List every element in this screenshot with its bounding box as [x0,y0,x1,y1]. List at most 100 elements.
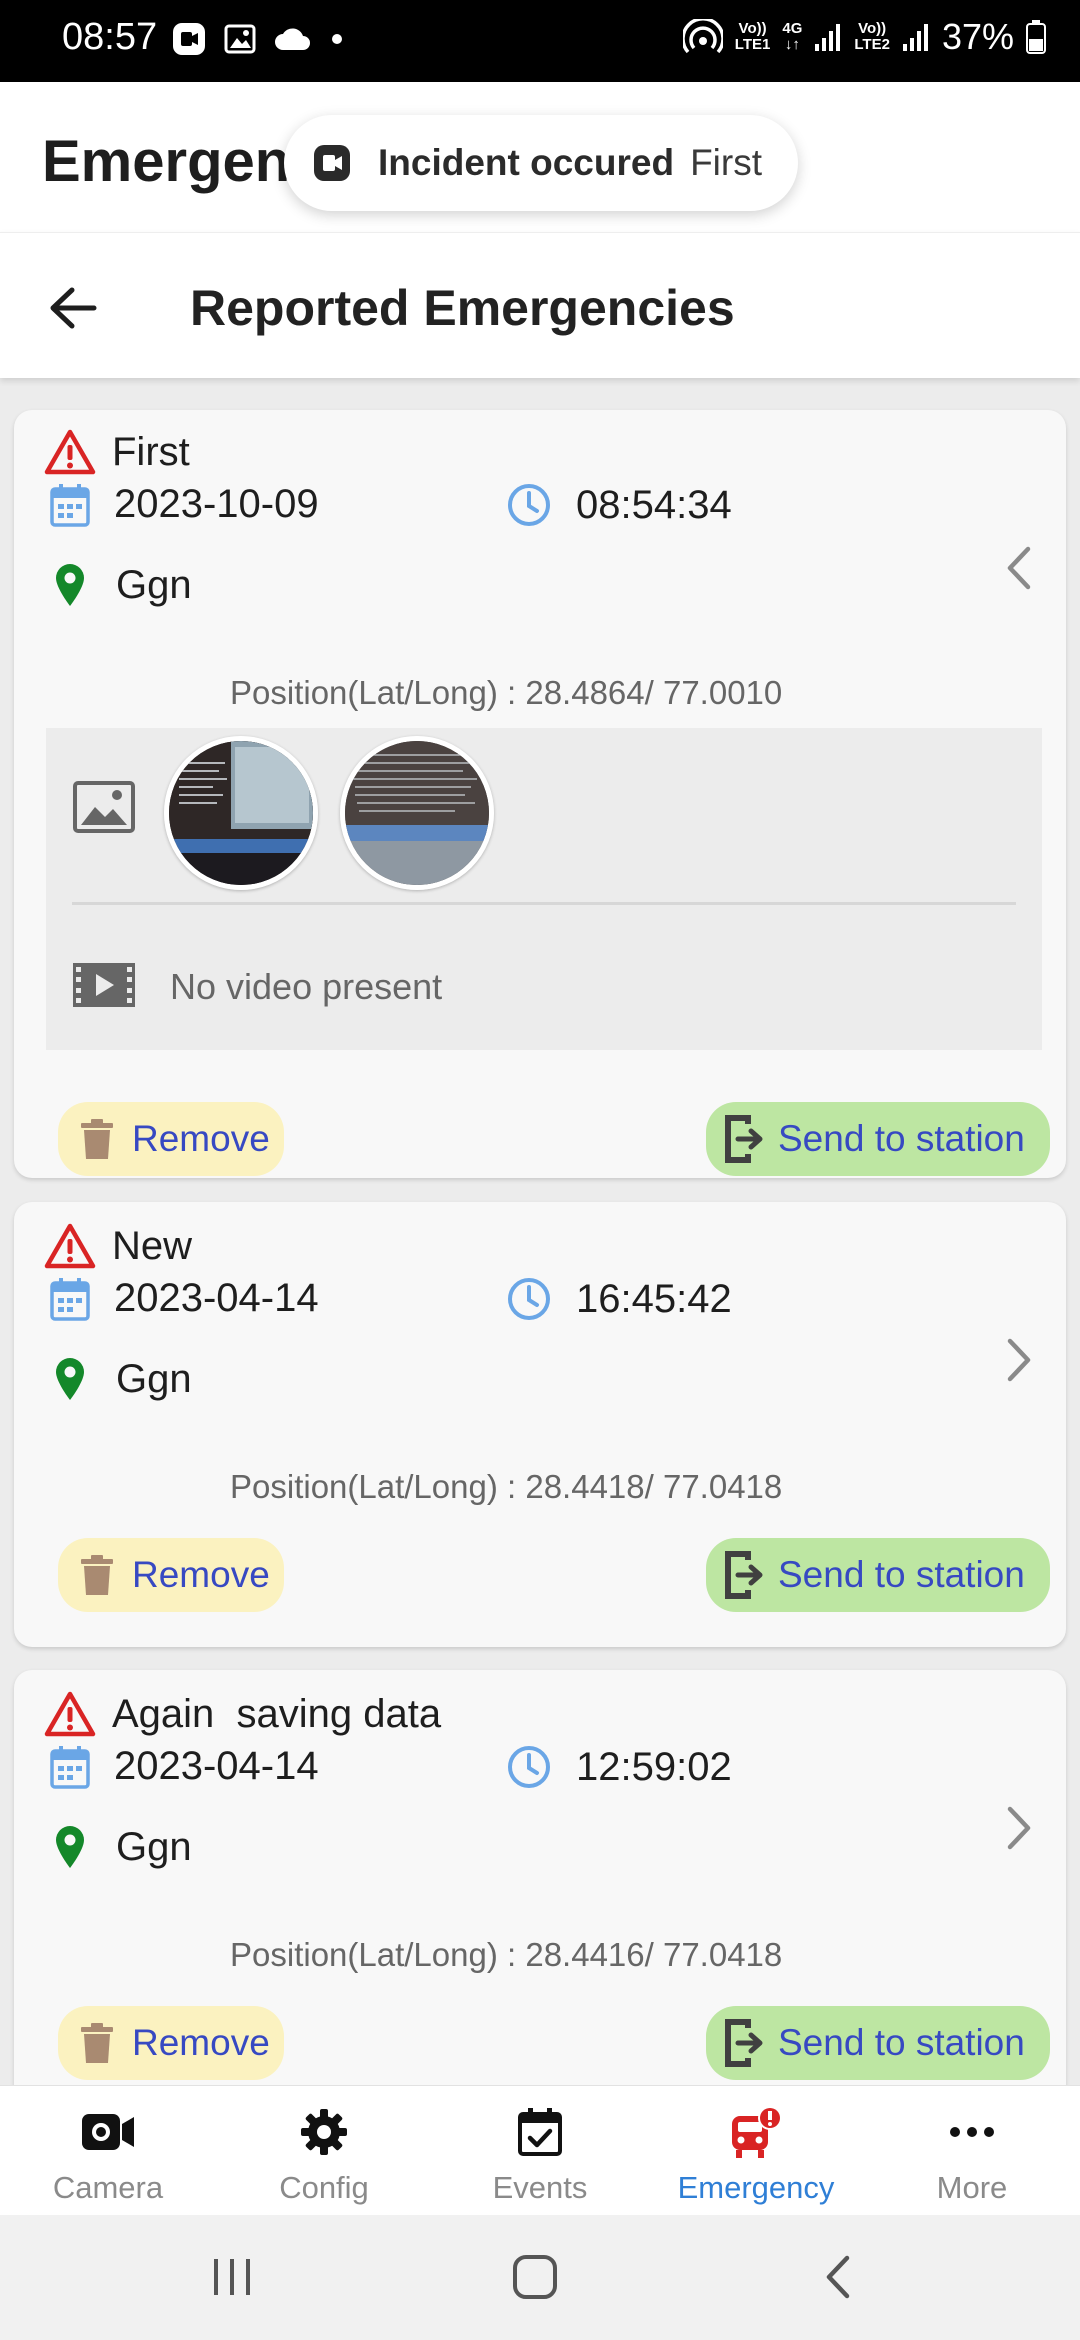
nav-item-emergency[interactable]: Emergency [648,2086,864,2215]
system-navigation-bar [0,2215,1080,2340]
nav-item-more[interactable]: More [864,2086,1080,2215]
remove-button[interactable]: Remove [58,1102,284,1176]
nav-label: More [936,2170,1008,2205]
page-title: Reported Emergencies [190,280,735,336]
home-icon [513,2255,557,2299]
emergency-date: 2023-10-09 [114,482,319,526]
photo-thumbnail-1 [169,741,313,885]
system-back-button[interactable] [798,2245,878,2309]
battery-icon [1026,20,1046,54]
status-time: 08:57 [62,16,158,58]
calendar-icon [50,1277,90,1321]
sim2-label: Vo)) LTE2 [854,20,890,53]
emergency-location: Ggn [116,562,192,607]
emergency-position: Position(Lat/Long) : 28.4864/ 77.0010 [230,674,783,711]
clock-icon [508,1746,550,1788]
nav-label: Camera [52,2170,164,2205]
recent-apps-button[interactable] [192,2245,272,2309]
collapse-chevron-button[interactable] [994,538,1044,598]
location-pin-icon [56,1358,84,1400]
calendar-check-icon [518,2108,562,2156]
chevron-right-icon [1007,1338,1031,1382]
send-to-station-button[interactable]: Send to station [706,1102,1050,1176]
toast-title: Incident occured [378,142,675,183]
photo-thumbnail-2 [345,741,489,885]
gallery-icon [224,24,256,54]
sim1-label: Vo)) LTE1 [734,20,771,53]
emergency-date: 2023-04-14 [114,1276,319,1320]
emergency-title: First [112,429,190,474]
emergency-location: Ggn [116,1824,192,1869]
remove-label: Remove [132,1554,270,1595]
hotspot-icon [682,19,723,54]
chevron-left-icon [1007,546,1031,590]
emergency-date: 2023-04-14 [114,1744,319,1788]
location-pin-icon [56,1826,84,1868]
sub-header: Reported Emergencies [0,232,1080,378]
screen-recorder-icon [314,145,350,181]
home-button[interactable] [495,2245,575,2309]
remove-label: Remove [132,2022,270,2063]
image-thumbnail[interactable] [164,736,318,890]
emergency-card[interactable]: New 2023-04-14 16:45:42 Ggn Position(Lat… [14,1202,1066,1647]
trash-icon [81,1555,113,1595]
send-to-station-button[interactable]: Send to station [706,1538,1050,1612]
send-to-station-button[interactable]: Send to station [706,2006,1050,2080]
emergency-card[interactable]: Again saving data 2023-04-14 12:59:02 Gg… [14,1670,1066,2085]
emergency-title: Again saving data [112,1691,442,1736]
warning-icon [44,1691,96,1737]
expand-chevron-button[interactable] [994,1798,1044,1858]
emergency-vehicle-icon [732,2106,782,2158]
remove-button[interactable]: Remove [58,1538,284,1612]
send-exit-icon [725,1115,763,1163]
emergency-list[interactable]: First 2023-10-09 08:54:34 Ggn Position(L… [0,380,1080,2085]
nav-item-events[interactable]: Events [432,2086,648,2215]
emergency-card[interactable]: First 2023-10-09 08:54:34 Ggn Position(L… [14,410,1066,1178]
toast-message: First [690,142,762,183]
emergency-time: 08:54:34 [576,482,732,527]
send-label: Send to station [778,1118,1025,1159]
back-chevron-icon [826,2255,850,2299]
clock-icon [508,484,550,526]
emergency-time: 12:59:02 [576,1744,732,1789]
remove-button[interactable]: Remove [58,2006,284,2080]
warning-icon [44,1223,96,1269]
nav-item-camera[interactable]: Camera [0,2086,216,2215]
back-button[interactable] [40,275,106,341]
no-video-text: No video present [170,966,443,1007]
nav-label: Events [492,2170,588,2205]
arrow-left-icon [50,287,97,329]
trash-icon [81,2023,113,2063]
image-thumbnail[interactable] [340,736,494,890]
media-panel: No video present [46,728,1042,1050]
battery-percent: 37% [941,16,1014,57]
camera-icon [82,2114,134,2150]
image-icon [73,781,135,833]
status-notification-icons [172,22,344,56]
bottom-navigation: Camera Config Events Emergency More [0,2085,1080,2215]
dot-icon [332,34,342,44]
remove-label: Remove [132,1118,270,1159]
emergency-time: 16:45:42 [576,1276,732,1321]
network-type: 4G ↓↑ [782,20,803,53]
location-pin-icon [56,564,84,606]
expand-chevron-button[interactable] [994,1330,1044,1390]
signal-icon-1 [815,24,841,51]
nav-item-config[interactable]: Config [216,2086,432,2215]
nav-label: Config [279,2170,369,2205]
media-divider [72,902,1016,905]
gear-icon [301,2109,347,2155]
send-label: Send to station [778,2022,1025,2063]
incident-toast: Incident occured First [284,115,798,211]
more-dots-icon [950,2127,994,2137]
warning-icon [44,429,96,475]
recent-apps-icon [214,2259,250,2295]
emergency-position: Position(Lat/Long) : 28.4416/ 77.0418 [230,1936,783,1973]
calendar-icon [50,483,90,527]
emergency-title: New [112,1223,193,1268]
video-film-icon [73,963,135,1007]
chevron-right-icon [1007,1806,1031,1850]
nav-label: Emergency [677,2170,835,2205]
trash-icon [81,1119,113,1159]
send-exit-icon [725,2019,763,2067]
